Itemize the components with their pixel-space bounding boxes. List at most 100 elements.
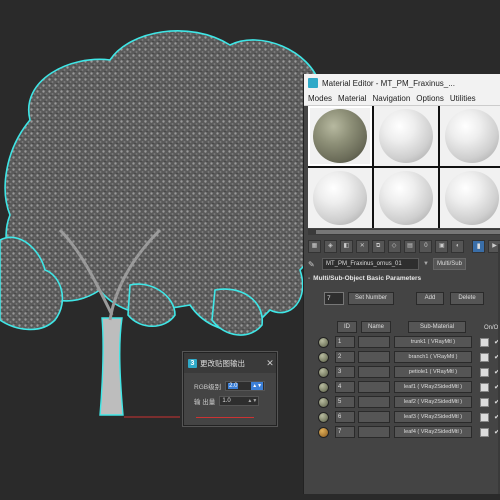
scrollbar-thumb[interactable]	[316, 230, 500, 234]
name-cell[interactable]	[358, 411, 390, 423]
material-swatch[interactable]	[318, 381, 329, 393]
color-swatch[interactable]	[480, 427, 489, 437]
sub-material-button[interactable]: leaf3 ( VRay2SidedMtl )	[394, 411, 472, 423]
show-map-icon[interactable]: ▣	[435, 239, 449, 253]
name-cell[interactable]	[358, 396, 390, 408]
id-cell[interactable]: 4	[335, 381, 355, 393]
material-type-button[interactable]: Multi/Sub	[432, 258, 466, 270]
rgb-level-spinner[interactable]: 2.0 ▲▼	[225, 381, 266, 391]
sub-material-button[interactable]: petiole1 ( VRayMtl )	[394, 366, 472, 378]
sample-slot[interactable]	[374, 168, 438, 228]
app-logo-icon: 3	[188, 358, 197, 368]
material-swatch[interactable]	[318, 396, 329, 408]
make-unique-icon[interactable]: ◇	[387, 239, 401, 253]
collapse-icon[interactable]: -	[308, 275, 310, 282]
put-to-scene-icon[interactable]: ◈	[323, 239, 337, 253]
menu-utilities[interactable]: Utilities	[450, 94, 476, 103]
material-swatch[interactable]	[318, 366, 329, 378]
tree-trunk	[99, 317, 124, 416]
assign-to-selection-icon[interactable]: ◧	[339, 239, 353, 253]
color-swatch[interactable]	[480, 397, 489, 407]
name-column-header[interactable]: Name	[361, 321, 391, 333]
menu-modes[interactable]: Modes	[308, 94, 332, 103]
rollout-header[interactable]: - Multi/Sub-Object Basic Parameters	[308, 274, 500, 284]
sub-material-button[interactable]: leaf4 ( VRay2SidedMtl )	[394, 426, 472, 438]
num-materials-field[interactable]: 7	[324, 292, 344, 305]
copy-material-icon[interactable]: ⧉	[371, 239, 385, 253]
material-toolbar: ▦ ◈ ◧ ✕ ⧉ ◇ ▤ 0 ▣ ◐ ▮ ▶	[308, 239, 500, 253]
sub-material-button[interactable]: leaf1 ( VRay2SidedMtl )	[394, 381, 472, 393]
material-swatch[interactable]	[318, 426, 329, 438]
material-ball	[445, 171, 499, 225]
slots-scrollbar[interactable]	[308, 229, 500, 235]
name-cell[interactable]	[358, 426, 390, 438]
sub-material-row[interactable]: 6 leaf3 ( VRay2SidedMtl ) ✔	[318, 411, 500, 423]
eyedropper-icon[interactable]: ✎	[308, 260, 318, 269]
sub-material-button[interactable]: branch1 ( VRayMtl )	[394, 351, 472, 363]
change-map-output-dialog[interactable]: 3 更改贴图输出 ✕ RGB级别 2.0 ▲▼ 输 出量 1.0 ▲▼	[183, 352, 277, 426]
sample-slot[interactable]	[308, 168, 372, 228]
add-button[interactable]: Add	[416, 292, 444, 305]
sample-slots	[308, 106, 500, 228]
output-amount-label: 输 出量	[194, 399, 216, 406]
material-id-icon[interactable]: 0	[419, 239, 433, 253]
menu-bar: Modes Material Navigation Options Utilit…	[304, 92, 500, 106]
output-amount-row: 输 出量 1.0 ▲▼	[194, 396, 260, 406]
reset-icon[interactable]: ✕	[355, 239, 369, 253]
sub-material-row[interactable]: 5 leaf2 ( VRay2SidedMtl ) ✔	[318, 396, 500, 408]
show-end-result-icon[interactable]: ◐	[451, 239, 465, 253]
delete-button[interactable]: Delete	[450, 292, 484, 305]
material-name-field[interactable]: MT_PM_Fraxinus_ornus_01	[322, 258, 419, 270]
sub-material-row[interactable]: 1 trunk1 ( VRayMtl ) ✔	[318, 336, 500, 348]
set-number-button[interactable]: Set Number	[348, 292, 394, 305]
id-cell[interactable]: 5	[335, 396, 355, 408]
window-title: Material Editor - MT_PM_Fraxinus_...	[322, 78, 455, 88]
id-cell[interactable]: 6	[335, 411, 355, 423]
chevron-down-icon[interactable]: ▼	[423, 261, 429, 267]
put-to-library-icon[interactable]: ▤	[403, 239, 417, 253]
material-editor-titlebar[interactable]: Material Editor - MT_PM_Fraxinus_...	[304, 74, 500, 92]
material-ball	[313, 171, 367, 225]
color-swatch[interactable]	[480, 352, 489, 362]
color-swatch[interactable]	[480, 337, 489, 347]
color-swatch[interactable]	[480, 367, 489, 377]
name-cell[interactable]	[358, 336, 390, 348]
sample-slot[interactable]	[308, 106, 372, 166]
go-to-parent-icon[interactable]: ▮	[472, 239, 486, 253]
sub-material-button[interactable]: leaf2 ( VRay2SidedMtl )	[394, 396, 472, 408]
material-swatch[interactable]	[318, 336, 329, 348]
sub-material-row[interactable]: 7 leaf4 ( VRay2SidedMtl ) ✔	[318, 426, 500, 438]
color-swatch[interactable]	[480, 382, 489, 392]
material-ball	[379, 171, 433, 225]
material-editor-window[interactable]: Material Editor - MT_PM_Fraxinus_... Mod…	[303, 74, 500, 494]
name-cell[interactable]	[358, 351, 390, 363]
menu-options[interactable]: Options	[416, 94, 444, 103]
sample-slot[interactable]	[440, 168, 500, 228]
dialog-titlebar[interactable]: 3 更改贴图输出 ✕	[184, 353, 276, 373]
sub-material-row[interactable]: 3 petiole1 ( VRayMtl ) ✔	[318, 366, 500, 378]
color-swatch[interactable]	[480, 412, 489, 422]
close-icon[interactable]: ✕	[264, 358, 276, 369]
id-cell[interactable]: 1	[335, 336, 355, 348]
material-swatch[interactable]	[318, 411, 329, 423]
sub-material-button[interactable]: trunk1 ( VRayMtl )	[394, 336, 472, 348]
menu-material[interactable]: Material	[338, 94, 366, 103]
get-material-icon[interactable]: ▦	[308, 239, 321, 253]
id-cell[interactable]: 3	[335, 366, 355, 378]
material-swatch[interactable]	[318, 351, 329, 363]
app-logo-icon	[308, 78, 318, 88]
sample-slot[interactable]	[374, 106, 438, 166]
id-cell[interactable]: 7	[335, 426, 355, 438]
sub-material-row[interactable]: 2 branch1 ( VRayMtl ) ✔	[318, 351, 500, 363]
sub-material-row[interactable]: 4 leaf1 ( VRay2SidedMtl ) ✔	[318, 381, 500, 393]
rgb-level-label: RGB级别	[194, 384, 222, 391]
name-cell[interactable]	[358, 366, 390, 378]
id-cell[interactable]: 2	[335, 351, 355, 363]
name-cell[interactable]	[358, 381, 390, 393]
menu-navigation[interactable]: Navigation	[372, 94, 410, 103]
output-amount-spinner[interactable]: 1.0 ▲▼	[219, 396, 260, 406]
sub-material-column-header[interactable]: Sub-Material	[408, 321, 466, 333]
rgb-level-row: RGB级别 2.0 ▲▼	[194, 381, 266, 391]
sample-slot[interactable]	[440, 106, 500, 166]
id-column-header[interactable]: ID	[337, 321, 357, 333]
